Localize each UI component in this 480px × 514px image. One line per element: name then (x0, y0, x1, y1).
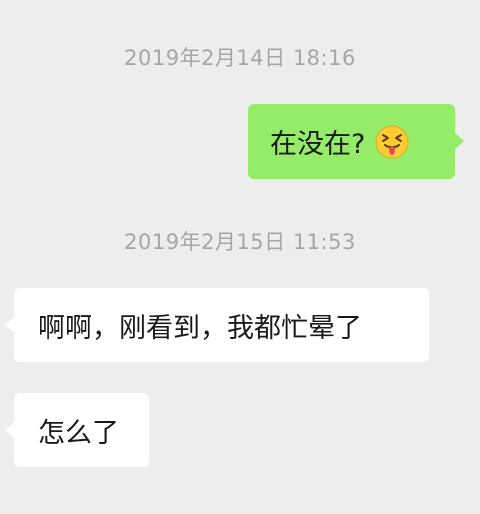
message-timestamp: 2019年2月15日 11:53 (124, 230, 356, 254)
received-message-bubble[interactable]: 怎么了 (5, 393, 149, 467)
message-text: 怎么了 (38, 417, 119, 449)
received-message-bubble[interactable]: 啊啊，刚看到，我都忙晕了 (5, 288, 429, 362)
message-text: 啊啊，刚看到，我都忙晕了 (38, 312, 362, 344)
message-text: 在没在? (270, 129, 366, 160)
message-timestamp: 2019年2月14日 18:16 (124, 46, 356, 70)
sent-message-bubble[interactable]: 在没在? (248, 104, 464, 179)
grinning-squinting-tongue-emoji-icon (375, 125, 409, 159)
